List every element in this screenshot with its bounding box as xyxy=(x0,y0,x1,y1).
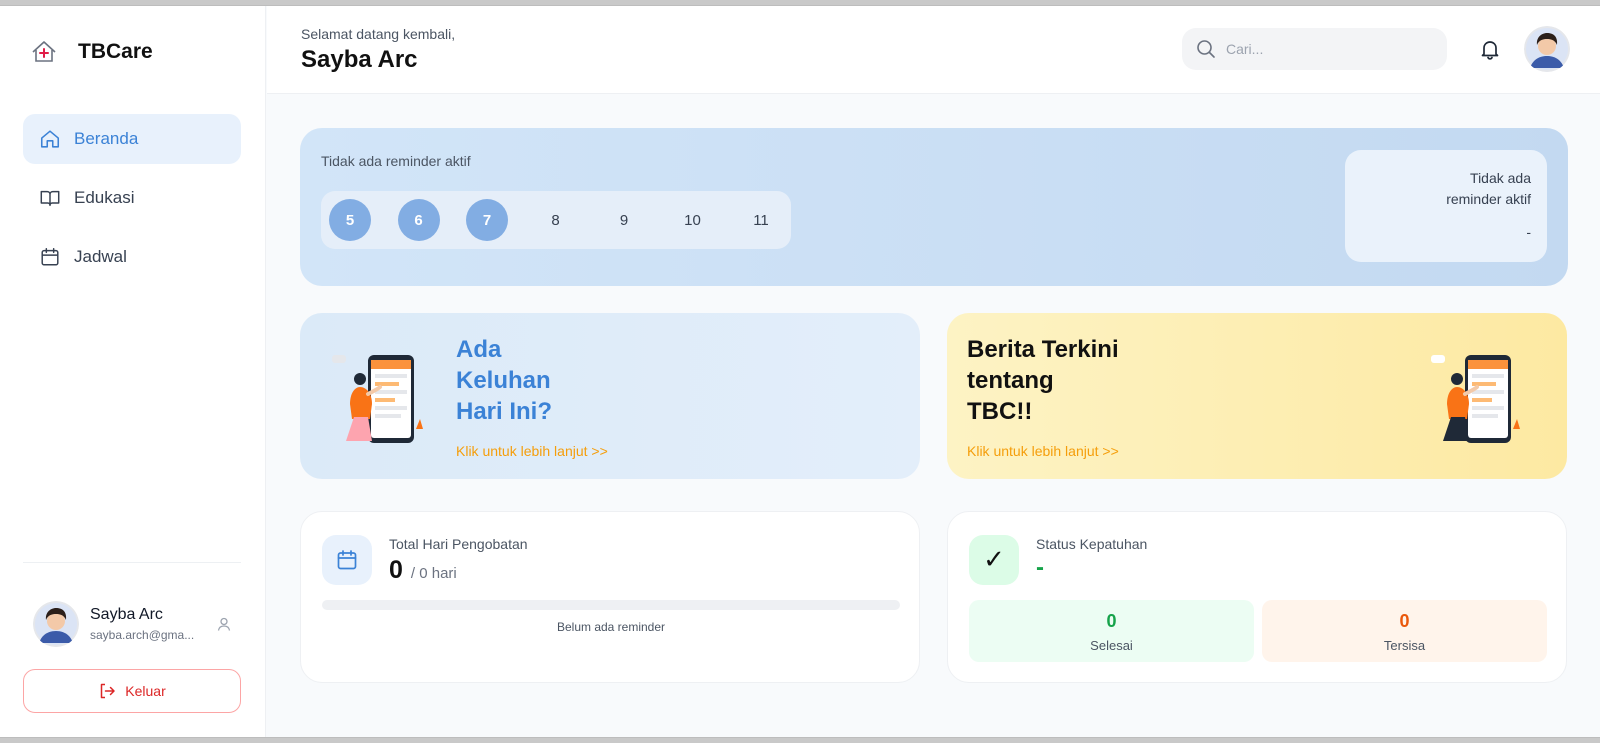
day-selector: 5 6 7 8 9 10 11 xyxy=(321,191,791,249)
remaining-label: Tersisa xyxy=(1383,638,1426,653)
remaining-count: 0 xyxy=(1399,611,1410,631)
sidebar-nav: Beranda Edukasi Jadwal xyxy=(23,114,241,291)
day-chip[interactable]: 9 xyxy=(603,199,645,241)
news-heading: Berita Terkini tentang TBC!! xyxy=(967,334,1119,427)
sidebar: TBCare Beranda Edukasi Jadwal Sayba Arc … xyxy=(0,6,266,737)
complaint-card[interactable]: Ada Keluhan Hari Ini? Klik untuk lebih l… xyxy=(300,313,920,479)
complaint-heading-line: Hari Ini? xyxy=(456,398,553,425)
app-window: TBCare Beranda Edukasi Jadwal Sayba Arc … xyxy=(0,5,1600,738)
news-heading-line: TBC!! xyxy=(967,398,1033,425)
profile-name: Sayba Arc xyxy=(90,606,163,623)
avatar[interactable] xyxy=(1524,26,1570,72)
search-icon xyxy=(1197,40,1215,58)
completed-count: 0 xyxy=(1106,611,1117,631)
health-home-logo-icon xyxy=(32,41,56,62)
profile-email: sayba.arch@gma... xyxy=(90,628,195,642)
news-more-link[interactable]: Klik untuk lebih lanjut >> xyxy=(967,443,1119,459)
reminder-status-value: - xyxy=(1526,224,1531,240)
news-card[interactable]: Berita Terkini tentang TBC!! Klik untuk … xyxy=(947,313,1567,479)
sidebar-item-beranda[interactable]: Beranda xyxy=(23,114,241,164)
calendar-icon xyxy=(41,248,59,266)
reminder-title: Tidak ada reminder aktif xyxy=(321,153,471,169)
complaint-heading: Ada Keluhan Hari Ini? xyxy=(456,334,552,427)
reminder-status-line2: reminder aktif xyxy=(1446,191,1531,207)
reminder-status-line1: Tidak ada xyxy=(1470,170,1531,186)
compliance-card: ✓ Status Kepatuhan - 0 Selesai 0 Tersisa xyxy=(947,511,1567,683)
sidebar-item-edukasi[interactable]: Edukasi xyxy=(23,173,241,223)
compliance-icon-box: ✓ xyxy=(969,535,1019,585)
avatar xyxy=(33,601,79,647)
home-icon xyxy=(40,130,60,148)
reminder-banner: Tidak ada reminder aktif 5 6 7 8 9 10 11… xyxy=(300,128,1568,286)
treatment-note: Belum ada reminder xyxy=(556,620,666,634)
bell-icon[interactable] xyxy=(1478,37,1502,61)
remaining-count-box: 0 Tersisa xyxy=(1262,600,1547,662)
check-icon: ✓ xyxy=(983,545,1005,575)
day-chip[interactable]: 5 xyxy=(329,199,371,241)
search-input[interactable] xyxy=(1226,41,1426,57)
complaint-heading-line: Keluhan xyxy=(456,367,551,394)
page-title: Sayba Arc xyxy=(301,46,418,73)
treatment-icon-box xyxy=(322,535,372,585)
sidebar-item-label: Beranda xyxy=(74,129,139,148)
completed-label: Selesai xyxy=(1090,638,1133,653)
person-phone-illustration-icon xyxy=(1431,355,1520,443)
day-chip[interactable]: 6 xyxy=(397,199,440,241)
calendar-icon xyxy=(337,550,357,570)
day-chip[interactable]: 8 xyxy=(535,199,577,241)
person-phone-illustration-icon xyxy=(332,355,423,443)
compliance-label: Status Kepatuhan xyxy=(1036,536,1148,552)
greeting-text: Selamat datang kembali, xyxy=(301,26,456,42)
day-chip[interactable]: 7 xyxy=(466,199,508,241)
brand-name: TBCare xyxy=(78,40,153,63)
day-chip[interactable]: 10 xyxy=(672,199,714,241)
compliance-value: - xyxy=(1036,554,1044,581)
treatment-progress-bar xyxy=(322,600,900,610)
logout-button[interactable]: Keluar xyxy=(23,669,241,713)
news-heading-line: tentang xyxy=(967,367,1054,394)
treatment-label: Total Hari Pengobatan xyxy=(389,536,528,552)
open-book-icon xyxy=(40,190,60,207)
logout-label: Keluar xyxy=(125,683,166,699)
search-box[interactable] xyxy=(1182,28,1447,70)
top-header: Selamat datang kembali, Sayba Arc xyxy=(267,6,1600,94)
user-profile[interactable]: Sayba Arc sayba.arch@gma... xyxy=(33,600,238,648)
treatment-total: / 0 hari xyxy=(410,565,457,582)
complaint-heading-line: Ada xyxy=(456,336,502,363)
treatment-count: 0 xyxy=(389,556,403,584)
treatment-days-card: Total Hari Pengobatan 0 / 0 hari Belum a… xyxy=(300,511,920,683)
treatment-value: 0 / 0 hari xyxy=(389,556,457,585)
sidebar-item-label: Jadwal xyxy=(74,247,127,266)
day-chip[interactable]: 11 xyxy=(740,199,782,241)
sidebar-divider xyxy=(23,562,241,563)
news-heading-line: Berita Terkini xyxy=(967,336,1119,363)
profile-text: Sayba Arc sayba.arch@gma... xyxy=(90,606,202,642)
sidebar-item-jadwal[interactable]: Jadwal xyxy=(23,232,241,282)
reminder-status-card: Tidak ada reminder aktif - xyxy=(1345,150,1547,262)
completed-count-box: 0 Selesai xyxy=(969,600,1254,662)
complaint-more-link[interactable]: Klik untuk lebih lanjut >> xyxy=(456,443,608,459)
brand[interactable]: TBCare xyxy=(30,38,153,66)
user-icon[interactable] xyxy=(216,616,232,632)
sidebar-item-label: Edukasi xyxy=(74,188,135,207)
logout-icon xyxy=(101,683,116,699)
